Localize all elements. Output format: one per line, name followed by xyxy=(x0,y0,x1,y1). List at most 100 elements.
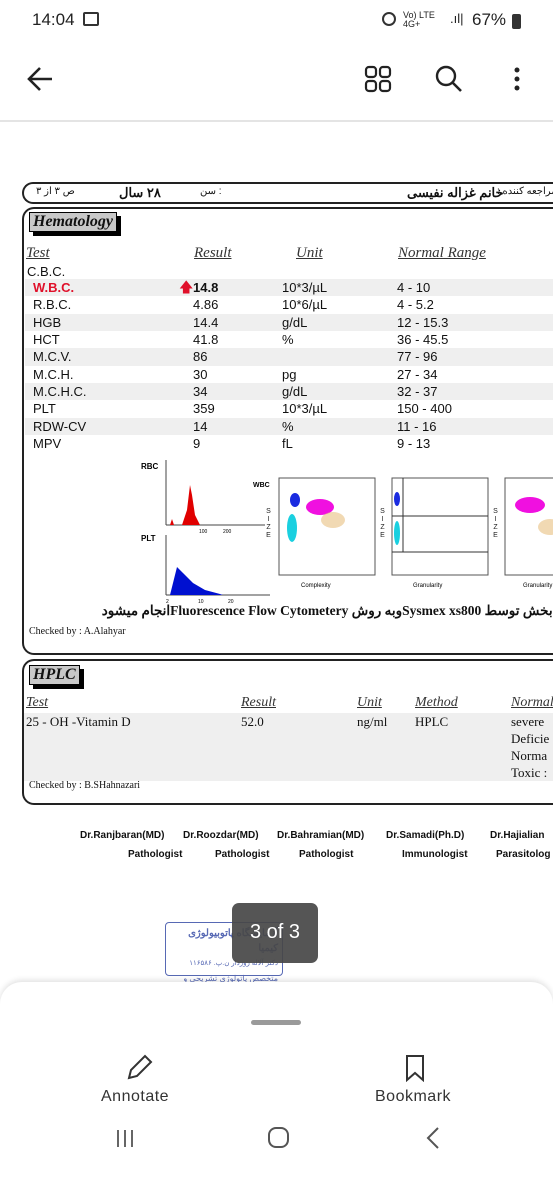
rbc-histogram: RBC 100 200 PLT 2 10 20 xyxy=(141,460,270,605)
test-unit: % xyxy=(282,332,294,348)
doctor-title: Parasitolog xyxy=(496,849,551,860)
test-range: 36 - 45.5 xyxy=(397,332,449,348)
status-bar: 14:04 Vo) LTE 4G+ .ıl| 67% xyxy=(0,0,553,40)
axis-label: Complexity xyxy=(301,583,331,589)
test-result: 14 xyxy=(193,418,208,434)
page-indicator: 3 of 3 xyxy=(232,903,318,963)
axis-label: Granularity xyxy=(413,583,442,589)
range-line: severe xyxy=(511,714,545,729)
alarm-icon xyxy=(382,12,396,26)
test-range: 12 - 15.3 xyxy=(397,314,449,330)
test-result: 14.8 xyxy=(193,280,219,295)
table-row: MPV 9 fL 9 - 13 xyxy=(25,435,553,452)
test-range: 150 - 400 xyxy=(397,401,452,417)
divider xyxy=(0,120,553,122)
network-indicator: Vo) LTE 4G+ xyxy=(403,10,435,29)
recents-icon[interactable] xyxy=(114,1127,136,1149)
doctor-signature: Dr.Bahramian(MD) Pathologist xyxy=(277,830,377,860)
doctor-title: Pathologist xyxy=(128,849,183,860)
checked-by: Checked by : B.SHahnazari xyxy=(29,780,141,791)
group-label: C.B.C. xyxy=(27,264,66,279)
wbc-label: WBC xyxy=(253,482,270,489)
back-arrow-icon[interactable] xyxy=(26,65,54,93)
viewer-toolbar xyxy=(0,40,553,120)
test-name: M.C.H.C. xyxy=(33,384,87,400)
test-name: M.C.H. xyxy=(33,366,74,382)
test-unit: 10*3/µL xyxy=(282,401,328,417)
bookmark-icon xyxy=(406,1055,424,1082)
test-unit: ng/ml xyxy=(357,714,388,729)
signal-icon: .ıl| xyxy=(450,11,464,26)
col-unit: Unit xyxy=(357,695,382,710)
pencil-icon xyxy=(127,1054,153,1080)
axis-label: Granularity xyxy=(523,583,552,589)
test-name: M.C.V. xyxy=(33,349,72,365)
doctor-name: Dr.Ranjbaran(MD) xyxy=(80,830,165,841)
more-vert-icon[interactable] xyxy=(512,66,522,94)
patient-label: مراجعه کننده : xyxy=(497,186,553,197)
age-value: ۲۸ سال xyxy=(119,185,161,200)
size-axis-label: SIZE xyxy=(265,508,272,540)
test-unit: pg xyxy=(282,366,297,382)
search-icon[interactable] xyxy=(434,64,464,94)
test-name: 25 - OH -Vitamin D xyxy=(26,714,131,729)
test-result: 52.0 xyxy=(241,714,264,729)
size-axis-label: SIZE xyxy=(492,508,499,540)
doctor-signature: Dr.Samadi(Ph.D) Immunologist xyxy=(386,830,486,860)
table-row: RDW-CV 14% 11 - 16 xyxy=(25,417,553,436)
doctor-signature: Dr.Hajialian Parasitolog xyxy=(490,830,553,860)
doctor-name: Dr.Samadi(Ph.D) xyxy=(386,830,465,841)
drag-handle[interactable] xyxy=(251,1020,301,1025)
patient-header: ص ۳ از ۳ ۲۸ سال سن : خانم غزاله نفیسی مر… xyxy=(22,182,553,204)
section-title: HPLC xyxy=(29,665,80,685)
test-name: HGB xyxy=(33,314,62,330)
col-range: Normal Range xyxy=(398,245,486,261)
wbc-scatter-2: Granularity xyxy=(391,477,489,589)
test-range: 77 - 96 xyxy=(397,349,438,365)
analyzer-graphs: RBC 100 200 PLT 2 10 20 WBC Complexity G… xyxy=(141,460,553,605)
col-test: Test xyxy=(26,245,50,261)
nav-back-icon[interactable] xyxy=(424,1126,442,1150)
table-row: HGB 14.4 g/dL 12 - 15.3 xyxy=(25,313,553,331)
document-page[interactable]: ص ۳ از ۳ ۲۸ سال سن : خانم غزاله نفیسی مر… xyxy=(0,165,553,985)
range-line: Toxic : xyxy=(511,765,548,780)
grid-icon[interactable] xyxy=(364,65,392,93)
clock: 14:04 xyxy=(32,10,75,29)
annotate-button[interactable]: Annotate xyxy=(95,1052,185,1112)
patient-name: خانم غزاله نفیسی xyxy=(407,185,504,200)
test-result: 4.86 xyxy=(193,297,219,313)
test-result: 34 xyxy=(193,384,208,400)
annotate-label: Annotate xyxy=(101,1088,170,1105)
home-icon[interactable] xyxy=(266,1125,292,1151)
col-result: Result xyxy=(194,245,232,261)
table-row: R.B.C. 4.86 10*6/µL 4 - 5.2 xyxy=(25,296,553,313)
method-caption: ین بخش توسط Sysmex xs800وبه روش Fluoresc… xyxy=(101,603,553,618)
col-result: Result xyxy=(241,695,276,710)
plt-label: PLT xyxy=(141,534,156,543)
table-row: PLT 359 10*3/µL 150 - 400 xyxy=(25,400,553,417)
test-range: 4 - 5.2 xyxy=(397,297,434,313)
col-unit: Unit xyxy=(296,245,323,261)
test-range: 32 - 37 xyxy=(397,384,438,400)
doctor-title: Immunologist xyxy=(402,849,468,860)
test-unit: g/dL xyxy=(282,384,308,400)
battery-percent: 67% xyxy=(472,10,507,29)
table-row: 25 - OH -Vitamin D 52.0 ng/ml HPLC sever… xyxy=(24,713,553,781)
test-result: 41.8 xyxy=(193,332,219,348)
size-axis-label: SIZE xyxy=(379,508,386,540)
plt-curve xyxy=(170,567,223,595)
table-row: M.C.V. 86 77 - 96 xyxy=(25,348,553,366)
table-row: W.B.C. 🡅 14.8 10*3/µL 4 - 10 xyxy=(25,279,553,297)
rbc-curve xyxy=(170,485,200,525)
col-normal: Normal xyxy=(511,695,553,710)
bookmark-button[interactable]: Bookmark xyxy=(370,1052,460,1112)
wbc-scatter-3: Granularity xyxy=(504,477,553,589)
doctor-name: Dr.Bahramian(MD) xyxy=(277,830,365,841)
gallery-icon xyxy=(83,12,99,26)
test-unit: % xyxy=(282,418,294,434)
test-method: HPLC xyxy=(415,714,449,729)
high-flag-icon: 🡅 xyxy=(179,279,194,295)
test-name: R.B.C. xyxy=(33,297,72,313)
test-unit: g/dL xyxy=(282,314,308,330)
test-unit: 10*6/µL xyxy=(282,297,328,313)
